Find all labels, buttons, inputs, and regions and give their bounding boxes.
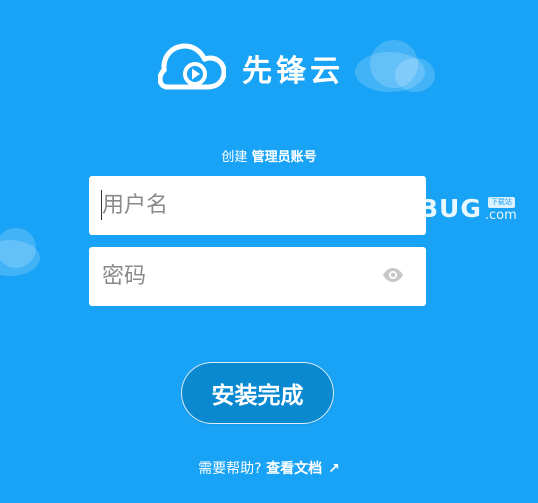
watermark-main: BUG xyxy=(419,194,482,223)
watermark-side: 下载站 .com xyxy=(485,197,517,223)
username-input[interactable] xyxy=(89,176,426,235)
watermark-domain: .com xyxy=(484,208,517,223)
brand-name: 先锋云 xyxy=(242,53,344,89)
watermark-tag: 下载站 xyxy=(487,197,515,208)
view-docs-label: 查看文档 xyxy=(266,461,323,477)
username-field-container xyxy=(89,176,426,235)
background-cloud xyxy=(395,58,435,92)
text-caret xyxy=(101,190,102,220)
finish-install-button[interactable]: 安装完成 xyxy=(181,362,334,424)
help-line: 需要帮助? 查看文档 ↗ xyxy=(0,458,538,478)
arrow-up-right-icon: ↗ xyxy=(328,461,340,477)
form-subtitle: 创建 管理员账号 xyxy=(0,146,538,165)
password-field-container xyxy=(89,247,426,306)
subtitle-prefix: 创建 xyxy=(221,150,248,165)
view-docs-link[interactable]: 查看文档 ↗ xyxy=(266,461,340,477)
watermark-logo: BUG 下载站 .com xyxy=(419,194,517,224)
brand-logo: 先锋云 xyxy=(158,40,344,95)
eye-icon[interactable] xyxy=(382,267,404,283)
help-question: 需要帮助? xyxy=(198,461,262,477)
cloud-play-icon xyxy=(158,43,226,93)
subtitle-emphasis: 管理员账号 xyxy=(251,150,317,165)
password-input[interactable] xyxy=(89,247,426,306)
